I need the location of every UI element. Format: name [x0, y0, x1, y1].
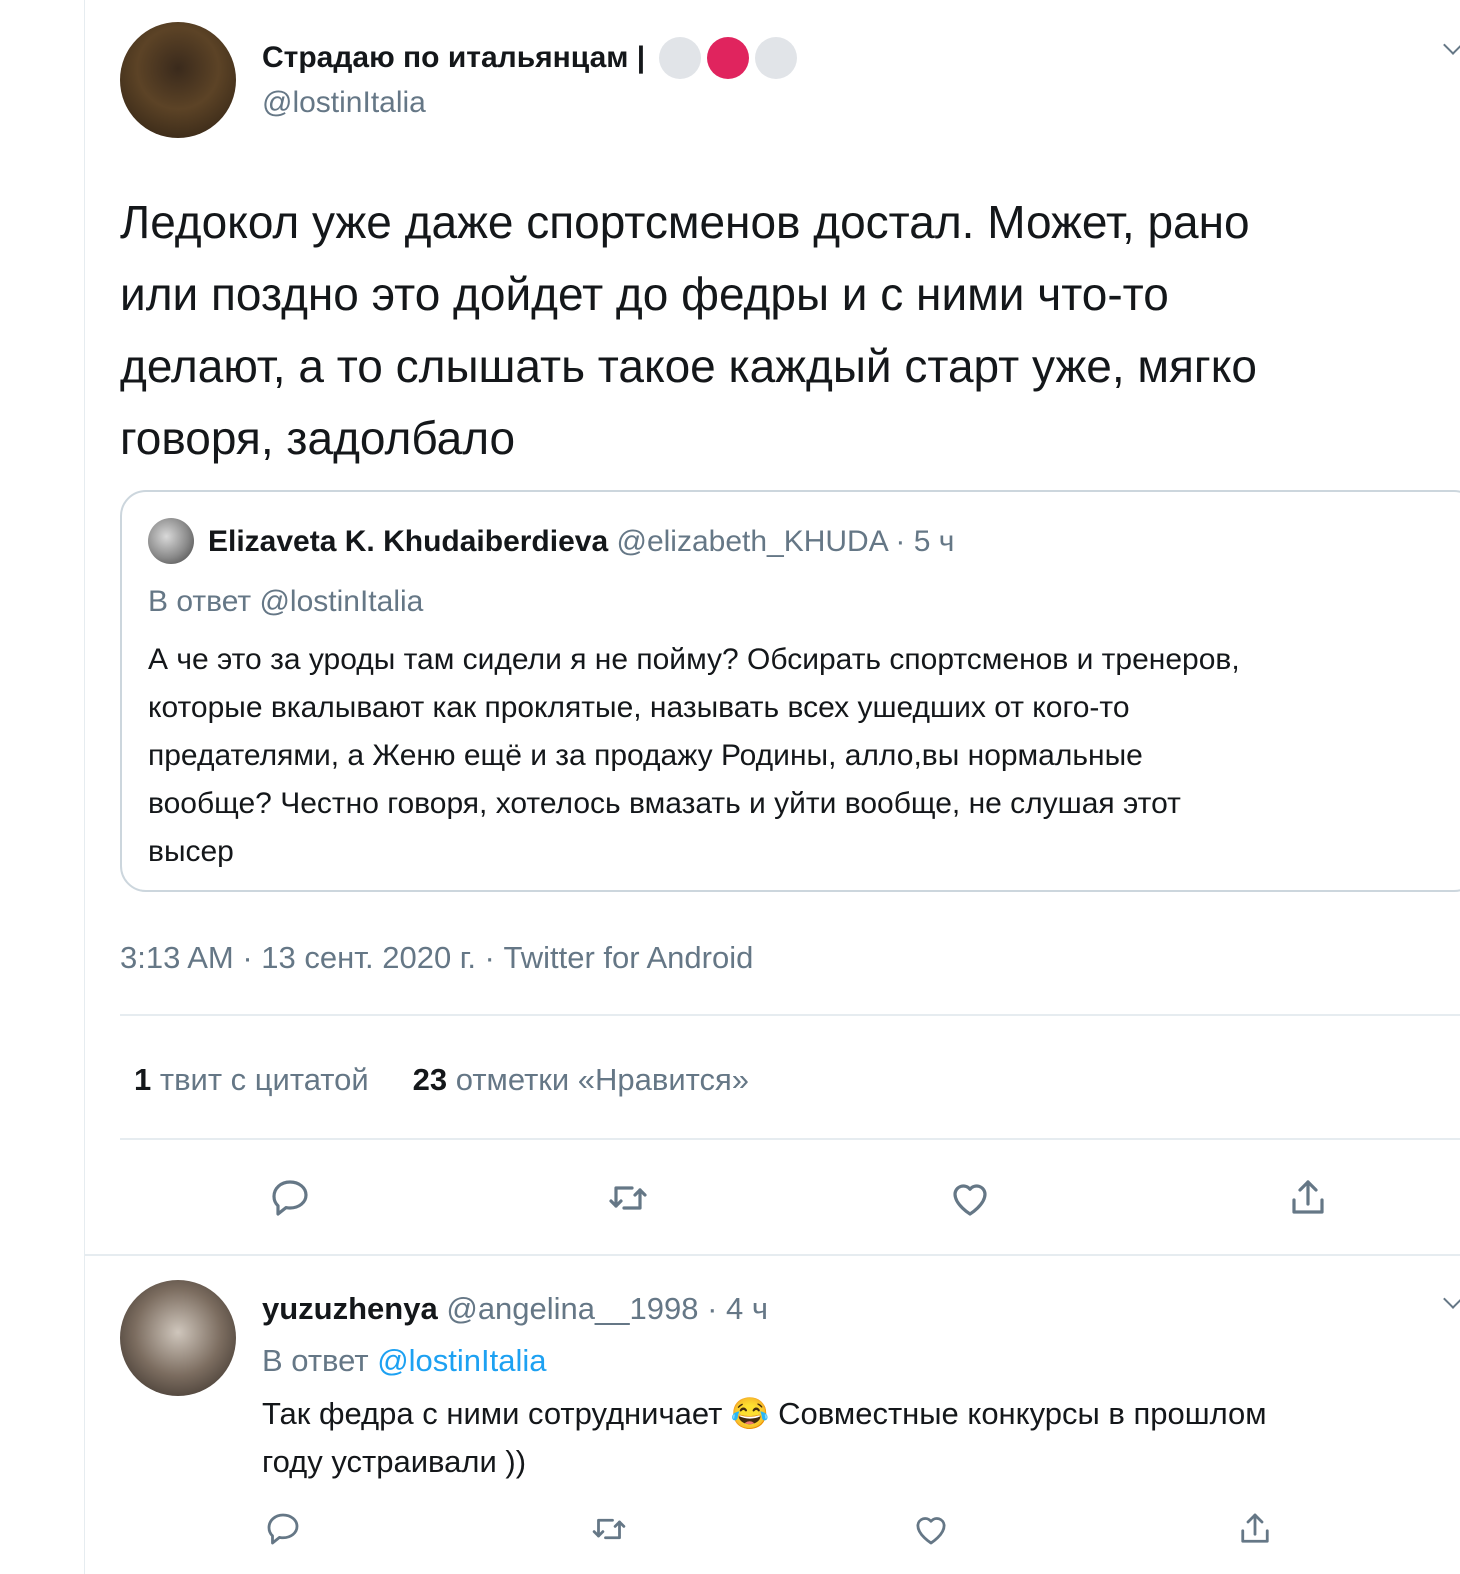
likes-stat[interactable]: 23 отметки «Нравится» — [413, 1058, 749, 1102]
reply-author-name[interactable]: yuzuzhenya — [262, 1291, 438, 1326]
tweet-text-line: Ледокол уже даже спортсменов достал. Мож… — [120, 196, 1250, 248]
likes-label: отметки «Нравится» — [455, 1062, 750, 1097]
reply-author-handle[interactable]: @angelina__1998 — [446, 1291, 698, 1326]
reply-to-handle-link[interactable]: @lostinItalia — [377, 1343, 546, 1378]
quoted-author-name: Elizaveta K. Khudaiberdieva — [208, 525, 609, 558]
tweet-text: Ледокол уже даже спортсменов достал. Мож… — [120, 186, 1460, 474]
chevron-down-icon[interactable] — [1443, 35, 1460, 55]
reply-text-line: году устраивали )) — [262, 1444, 527, 1479]
dot-center — [707, 37, 750, 79]
divider — [120, 1014, 1460, 1016]
reply-text-part: Так федра с ними сотрудничает — [262, 1396, 723, 1431]
quoted-text-line: которые вкалывают как проклятые, называт… — [148, 691, 1130, 724]
reply-to-prefix: В ответ — [262, 1343, 369, 1378]
quoted-text-line: А че это за уроды там сидели я не пойму?… — [148, 643, 1240, 676]
author-handle[interactable]: @lostinItalia — [262, 86, 426, 120]
reply-text-part: Совместные конкурсы в прошлом — [778, 1396, 1267, 1431]
retweet-icon[interactable] — [604, 1174, 652, 1222]
quoted-text: А че это за уроды там сидели я не пойму?… — [148, 636, 1448, 876]
retweet-icon[interactable] — [588, 1508, 630, 1550]
quoted-text-line: предателями, а Женю ещё и за продажу Род… — [148, 739, 1143, 772]
share-icon[interactable] — [1234, 1508, 1276, 1550]
share-icon[interactable] — [1284, 1174, 1332, 1222]
tweet-text-line: или поздно это дойдет до федры и с ними … — [120, 268, 1169, 320]
dot-right — [755, 37, 798, 79]
divider — [120, 1138, 1460, 1140]
quote-tweets-count: 1 — [134, 1062, 152, 1097]
reply-author-avatar[interactable] — [120, 1280, 236, 1396]
quoted-text-line: вообще? Честно говоря, хотелось вмазать … — [148, 787, 1181, 820]
quoted-author-handle: @elizabeth_KHUDA — [616, 525, 888, 558]
dot-left — [659, 37, 702, 79]
quoted-author-avatar — [148, 518, 194, 564]
reply-icon[interactable] — [262, 1508, 304, 1550]
like-icon[interactable] — [946, 1174, 994, 1222]
badge-dots — [659, 37, 798, 79]
like-icon[interactable] — [910, 1508, 952, 1550]
column-border — [84, 0, 85, 1574]
reply-text: Так федра с ними сотрудничает 😂 Совместн… — [262, 1390, 1452, 1486]
tweet-text-line: делают, а то слышать такое каждый старт … — [120, 340, 1257, 392]
likes-count: 23 — [412, 1062, 448, 1097]
quote-tweets-stat[interactable]: 1 твит с цитатой — [134, 1058, 369, 1102]
quoted-text-line: высер — [148, 835, 234, 868]
reply-time[interactable]: · 4 ч — [707, 1291, 768, 1326]
quoted-reply-to: В ответ @lostinItalia — [148, 585, 424, 618]
tweet-text-line: говоря, задолбало — [120, 412, 516, 464]
author-avatar[interactable] — [120, 22, 236, 138]
quoted-time: · 5 ч — [895, 525, 955, 558]
tweet-timestamp[interactable]: 3:13 AM · 13 сент. 2020 г. · Twitter for… — [120, 936, 753, 980]
laughing-emoji-icon: 😂 — [730, 1396, 770, 1431]
reply-icon[interactable] — [266, 1174, 314, 1222]
divider — [84, 1254, 1460, 1256]
author-name[interactable]: Страдаю по итальянцам | — [262, 41, 645, 75]
chevron-down-icon[interactable] — [1443, 1289, 1460, 1309]
quote-tweets-label: твит с цитатой — [159, 1062, 369, 1097]
